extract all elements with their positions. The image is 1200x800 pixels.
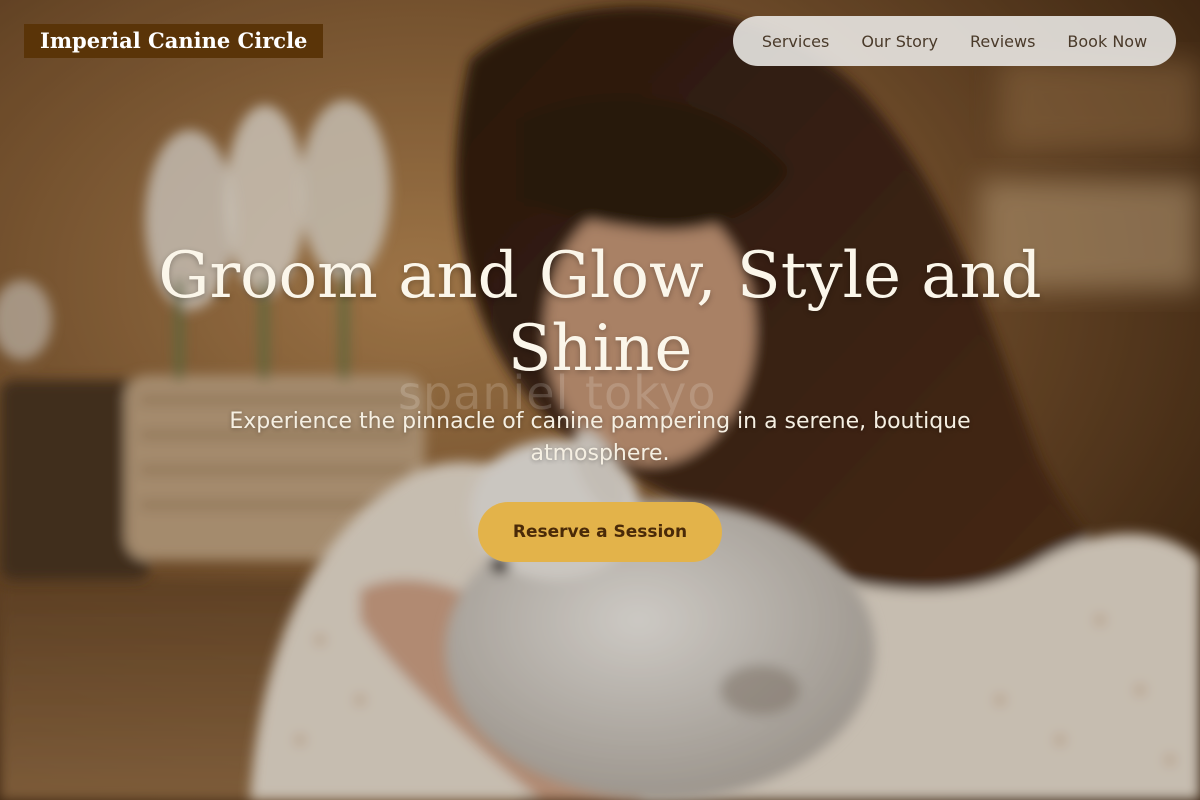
nav-link-reviews[interactable]: Reviews [970, 32, 1035, 51]
hero-section: spaniel tokyo Imperial Canine Circle Ser… [0, 0, 1200, 800]
nav-link-our-story[interactable]: Our Story [861, 32, 938, 51]
hero-headline: Groom and Glow, Style and Shine [158, 239, 1042, 386]
hero-subheadline: Experience the pinnacle of canine pamper… [229, 409, 971, 466]
nav-link-services[interactable]: Services [762, 32, 829, 51]
nav-link-book-now[interactable]: Book Now [1067, 32, 1147, 51]
main-nav: Services Our Story Reviews Book Now [733, 16, 1176, 66]
reserve-session-button[interactable]: Reserve a Session [478, 502, 722, 562]
brand-logo[interactable]: Imperial Canine Circle [24, 24, 324, 58]
